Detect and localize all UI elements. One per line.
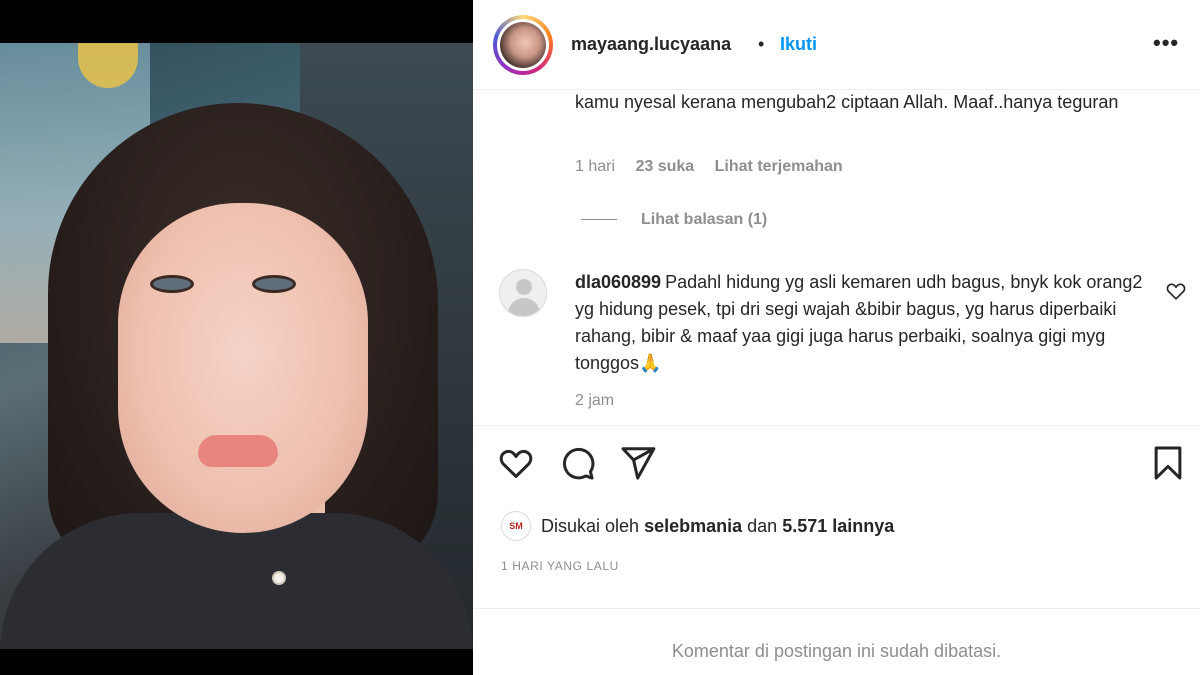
separator-dot: • xyxy=(758,34,765,54)
follow-button[interactable]: Ikuti xyxy=(780,34,817,55)
comment-text: kamu nyesal kerana mengubah2 ciptaan All… xyxy=(575,92,1119,112)
more-options-icon[interactable]: ••• xyxy=(1153,30,1179,56)
liker-avatar[interactable]: SM xyxy=(501,511,531,541)
comment-like-heart-icon[interactable] xyxy=(1165,280,1187,302)
comments-limited-notice: Komentar di postingan ini sudah dibatasi… xyxy=(671,641,1002,661)
post-action-bar xyxy=(473,425,1200,505)
comment-footer: Komentar di postingan ini sudah dibatasi… xyxy=(473,608,1200,675)
photo-shirt xyxy=(0,513,473,649)
view-replies-button[interactable]: Lihat balasan (1) xyxy=(581,211,767,229)
post-image-panel xyxy=(0,0,473,675)
photo-pendant xyxy=(272,571,286,585)
photo-eye-right xyxy=(252,275,296,293)
post-username[interactable]: mayaang.lucyaana xyxy=(571,34,731,55)
bookmark-icon[interactable] xyxy=(1149,444,1187,482)
likes-prefix: Disukai oleh xyxy=(541,515,640,536)
comment-likes[interactable]: 23 suka xyxy=(635,158,694,175)
comment-icon[interactable] xyxy=(558,444,596,482)
default-avatar-head xyxy=(516,279,532,295)
translate-button[interactable]: Lihat terjemahan xyxy=(715,158,843,175)
photo-lips xyxy=(198,435,278,467)
profile-avatar[interactable] xyxy=(493,15,553,75)
like-heart-icon[interactable] xyxy=(497,444,535,482)
photo-face xyxy=(118,203,368,533)
post-details-panel: mayaang.lucyaana • Ikuti ••• kamu nyesal… xyxy=(473,0,1200,675)
post-timestamp[interactable]: 1 HARI YANG LALU xyxy=(501,559,619,573)
send-icon[interactable] xyxy=(619,444,657,482)
comment-time: 1 hari xyxy=(575,158,616,175)
likes-middle: dan xyxy=(747,515,778,536)
avatar-border xyxy=(497,19,549,71)
likes-count-button[interactable]: 5.571 lainnya xyxy=(782,516,894,537)
likes-summary: SM Disukai oleh selebmania dan 5.571 lai… xyxy=(501,510,894,542)
post-photo[interactable] xyxy=(0,43,473,649)
comment-time: 2 jam xyxy=(575,392,615,409)
comment-body: dla060899 Padahl hidung yg asli kemaren u… xyxy=(575,269,1150,377)
default-avatar-body xyxy=(508,298,540,316)
comment-meta: 2 jam xyxy=(575,392,630,410)
replies-divider xyxy=(581,219,617,221)
post-header: mayaang.lucyaana • Ikuti ••• xyxy=(473,0,1200,90)
view-replies-label: Lihat balasan (1) xyxy=(641,211,768,228)
comment-author[interactable]: dla060899 xyxy=(575,272,661,292)
comment-meta: 1 hari 23 suka Lihat terjemahan xyxy=(575,158,859,176)
avatar-image xyxy=(500,22,546,68)
liker-username[interactable]: selebmania xyxy=(644,516,742,537)
commenter-avatar[interactable] xyxy=(499,269,547,317)
photo-eye-left xyxy=(150,275,194,293)
